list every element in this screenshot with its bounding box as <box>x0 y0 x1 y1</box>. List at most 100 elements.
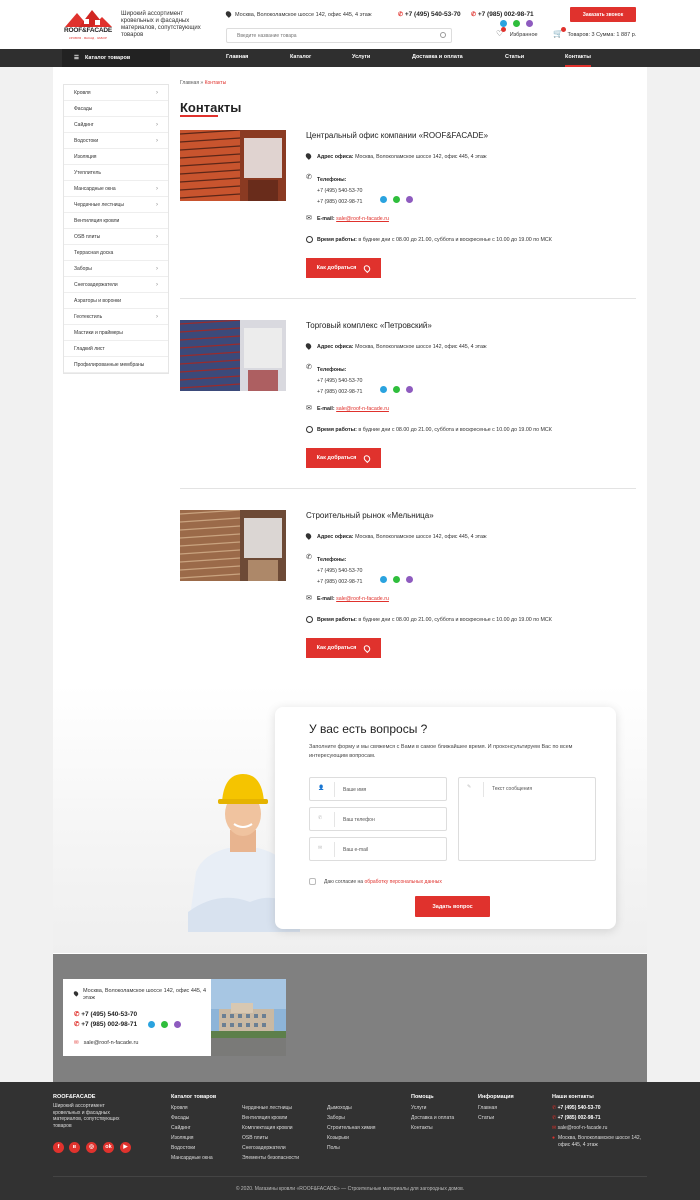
sidebar-item[interactable]: Водостоки › <box>64 133 168 149</box>
footer-catalog-link[interactable]: Кровля <box>171 1103 213 1113</box>
office-phone2[interactable]: +7 (985) 002-98-71 <box>317 389 363 395</box>
footer-catalog-link[interactable]: Снегозадержатели <box>242 1143 299 1153</box>
youtube-icon[interactable]: ▶ <box>120 1142 131 1153</box>
nav-home[interactable]: Главная <box>226 49 248 67</box>
cart-link[interactable]: 🛒 Товаров: 3 Сумма: 1 887 р. <box>553 27 636 38</box>
message-field[interactable]: ✎ Текст сообщения <box>458 777 596 861</box>
office-phone1[interactable]: +7 (495) 540-53-70 <box>317 568 363 574</box>
catalog-menu-button[interactable]: ☰ Каталог товаров <box>62 49 170 67</box>
site-logo[interactable]: ROOF&FACADE КРОВЛЯ · ФАСАД · ЗАБОР <box>62 7 114 45</box>
sidebar-item[interactable]: Изоляция <box>64 149 168 165</box>
office-phone1[interactable]: +7 (495) 540-53-70 <box>317 378 363 384</box>
footer-phone2[interactable]: ✆ +7 (985) 002-98-71 <box>552 1113 652 1123</box>
nav-catalog[interactable]: Каталог <box>290 49 311 67</box>
office-phone2[interactable]: +7 (985) 002-98-71 <box>317 579 363 585</box>
how-to-get-button[interactable]: Как добраться <box>306 638 381 658</box>
footer-contact-phone2[interactable]: ✆ +7 (985) 002-98-71 <box>74 1020 137 1028</box>
footer-email[interactable]: ✉ sale@roof-n-facade.ru <box>552 1123 652 1133</box>
sidebar-item[interactable]: Чердачные лестницы › <box>64 197 168 213</box>
footer-catalog-link[interactable]: Строительная химия <box>327 1123 376 1133</box>
viber-icon[interactable] <box>526 20 533 27</box>
viber-icon[interactable] <box>406 386 413 393</box>
footer-info-link[interactable]: Статьи <box>478 1113 497 1123</box>
office-email-link[interactable]: sale@roof-n-facade.ru <box>336 596 389 602</box>
footer-phone1[interactable]: ✆ +7 (495) 540-53-70 <box>552 1103 652 1113</box>
footer-catalog-link[interactable]: OSB плиты <box>242 1133 299 1143</box>
sidebar-item[interactable]: Аэраторы и воронки <box>64 293 168 309</box>
breadcrumb-home[interactable]: Главная <box>180 80 199 86</box>
office-phone2[interactable]: +7 (985) 002-98-71 <box>317 199 363 205</box>
footer-contact-phone1[interactable]: ✆ +7 (495) 540-53-70 <box>74 1010 137 1018</box>
how-to-get-button[interactable]: Как добраться <box>306 448 381 468</box>
footer-catalog-link[interactable]: Козырьки <box>327 1133 376 1143</box>
footer-catalog-link[interactable]: Дымоходы <box>327 1103 376 1113</box>
sidebar-item[interactable]: Фасады <box>64 101 168 117</box>
header-phone-1[interactable]: ✆ +7 (495) 540-53-70 <box>398 11 461 18</box>
office-email-link[interactable]: sale@roof-n-facade.ru <box>336 216 389 222</box>
whatsapp-icon[interactable] <box>161 1021 168 1028</box>
sidebar-item[interactable]: Заборы › <box>64 261 168 277</box>
viber-icon[interactable] <box>174 1021 181 1028</box>
footer-help-link[interactable]: Доставка и оплата <box>411 1113 454 1123</box>
sidebar-item[interactable]: Геотекстиль › <box>64 309 168 325</box>
viber-icon[interactable] <box>406 196 413 203</box>
consent-link[interactable]: обработку персональных данных <box>364 879 441 885</box>
sidebar-item[interactable]: Кровля › <box>64 85 168 101</box>
footer-catalog-link[interactable]: Полы <box>327 1143 376 1153</box>
telegram-icon[interactable] <box>148 1021 155 1028</box>
footer-catalog-link[interactable]: Элементы безопасности <box>242 1153 299 1163</box>
telegram-icon[interactable] <box>500 20 507 27</box>
sidebar-item[interactable]: Гладкий лист <box>64 341 168 357</box>
footer-help-link[interactable]: Услуги <box>411 1103 454 1113</box>
how-to-get-button[interactable]: Как добраться <box>306 258 381 278</box>
sidebar-item[interactable]: Мастики и праймеры <box>64 325 168 341</box>
favorites-link[interactable]: ♡ Избранное <box>496 27 538 38</box>
telegram-icon[interactable] <box>380 386 387 393</box>
sidebar-item[interactable]: Террасная доска <box>64 245 168 261</box>
footer-catalog-link[interactable]: Заборы <box>327 1113 376 1123</box>
header-phone-2[interactable]: ✆ +7 (985) 002-98-71 <box>471 11 534 18</box>
facebook-icon[interactable]: f <box>53 1142 64 1153</box>
nav-delivery[interactable]: Доставка и оплата <box>412 49 463 67</box>
whatsapp-icon[interactable] <box>513 20 520 27</box>
whatsapp-icon[interactable] <box>393 576 400 583</box>
phone-field[interactable]: ✆ Ваш телефон <box>309 807 447 831</box>
footer-contact-email[interactable]: ✉ sale@roof-n-facade.ru <box>74 1040 138 1046</box>
search-input[interactable] <box>226 28 452 43</box>
email-field[interactable]: ✉ Ваш e-mail <box>309 837 447 861</box>
footer-catalog-link[interactable]: Фасады <box>171 1113 213 1123</box>
telegram-icon[interactable] <box>380 196 387 203</box>
sidebar-item[interactable]: Утеплитель <box>64 165 168 181</box>
footer-catalog-link[interactable]: Водостоки <box>171 1143 213 1153</box>
callback-button[interactable]: Заказать звонок <box>570 7 636 22</box>
footer-catalog-link[interactable]: Изоляция <box>171 1133 213 1143</box>
whatsapp-icon[interactable] <box>393 386 400 393</box>
sidebar-item[interactable]: Профилированные мембраны <box>64 357 168 373</box>
nav-articles[interactable]: Статьи <box>505 49 524 67</box>
office-phone1[interactable]: +7 (495) 540-53-70 <box>317 188 363 194</box>
footer-catalog-link[interactable]: Комплектация кровли <box>242 1123 299 1133</box>
sidebar-item[interactable]: Снегозадержатели › <box>64 277 168 293</box>
odnoklassniki-icon[interactable]: ok <box>103 1142 114 1153</box>
search-icon[interactable] <box>440 32 446 38</box>
footer-catalog-link[interactable]: Сайдинг <box>171 1123 213 1133</box>
footer-info-link[interactable]: Главная <box>478 1103 497 1113</box>
consent-checkbox[interactable] <box>309 878 316 885</box>
office-email-link[interactable]: sale@roof-n-facade.ru <box>336 406 389 412</box>
footer-catalog-link[interactable]: Вентиляция кровли <box>242 1113 299 1123</box>
footer-catalog-link[interactable]: Чердачные лестницы <box>242 1103 299 1113</box>
viber-icon[interactable] <box>406 576 413 583</box>
sidebar-item[interactable]: Вентиляция кровли <box>64 213 168 229</box>
nav-contacts[interactable]: Контакты <box>565 49 591 67</box>
whatsapp-icon[interactable] <box>393 196 400 203</box>
telegram-icon[interactable] <box>380 576 387 583</box>
sidebar-item[interactable]: OSB плиты › <box>64 229 168 245</box>
footer-catalog-link[interactable]: Мансардные окна <box>171 1153 213 1163</box>
submit-question-button[interactable]: Задать вопрос <box>415 896 490 917</box>
vk-icon[interactable]: в <box>69 1142 80 1153</box>
instagram-icon[interactable]: ◎ <box>86 1142 97 1153</box>
sidebar-item[interactable]: Мансардные окна › <box>64 181 168 197</box>
footer-help-link[interactable]: Контакты <box>411 1123 454 1133</box>
sidebar-item[interactable]: Сайдинг › <box>64 117 168 133</box>
nav-services[interactable]: Услуги <box>352 49 370 67</box>
